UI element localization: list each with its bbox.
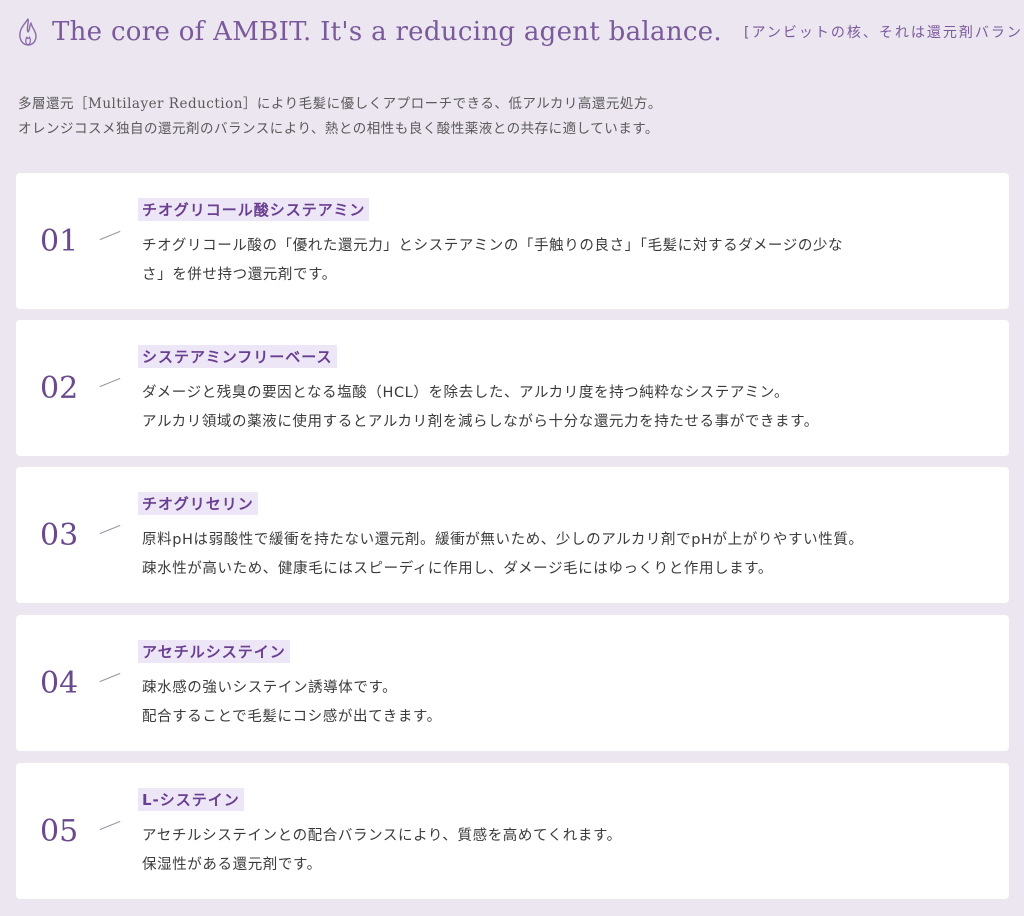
ingredient-description: アセチルシステインとの配合バランスにより、質感を高めてくれます。 保湿性がある還…: [142, 822, 982, 880]
intro-line: 多層還元［Multilayer Reduction］により毛髪に優しくアプローチ…: [18, 96, 662, 112]
card-number: 01: [40, 223, 79, 259]
ingredient-card: 04 アセチルシステイン 疎水感の強いシステイン誘導体です。 配合することで毛髪…: [16, 615, 1009, 751]
description-line: アルカリ領域の薬液に使用するとアルカリ剤を減らしながら十分な還元力を持たせる事が…: [142, 414, 819, 430]
ingredient-card: 02 システアミンフリーベース ダメージと残臭の要因となる塩酸（HCL）を除去し…: [16, 320, 1009, 456]
divider-slash: [99, 230, 121, 241]
divider-slash: [99, 524, 121, 535]
ingredient-name: アセチルシステイン: [138, 640, 290, 663]
description-line: 疎水感の強いシステイン誘導体です。: [142, 680, 398, 696]
flame-icon: [16, 17, 40, 47]
ingredient-description: チオグリコール酸の「優れた還元力」とシステアミンの「手触りの良さ」「毛髪に対する…: [142, 232, 982, 290]
card-number: 05: [40, 813, 79, 849]
section-header: The core of AMBIT. It's a reducing agent…: [16, 12, 1024, 52]
ingredient-card: 05 L-システイン アセチルシステインとの配合バランスにより、質感を高めてくれ…: [16, 763, 1009, 899]
section-subtitle: [アンビットの核、それは還元剤バランス]: [743, 25, 1024, 41]
description-line: さ」を併せ持つ還元剤です。: [142, 267, 337, 283]
ingredient-description: 原料pHは弱酸性で緩衝を持たない還元剤。緩衝が無いため、少しのアルカリ剤でpHが…: [142, 526, 982, 584]
ingredient-name: チオグリコール酸システアミン: [138, 198, 370, 221]
ingredient-name: システアミンフリーベース: [138, 345, 337, 368]
description-line: 配合することで毛髪にコシ感が出てきます。: [142, 709, 442, 725]
intro-text: 多層還元［Multilayer Reduction］により毛髪に優しくアプローチ…: [18, 92, 1008, 142]
ingredient-card: 03 チオグリセリン 原料pHは弱酸性で緩衝を持たない還元剤。緩衝が無いため、少…: [16, 467, 1009, 603]
description-line: 原料pHは弱酸性で緩衝を持たない還元剤。緩衝が無いため、少しのアルカリ剤でpHが…: [142, 532, 864, 548]
ingredient-name: チオグリセリン: [138, 492, 258, 515]
description-line: チオグリコール酸の「優れた還元力」とシステアミンの「手触りの良さ」「毛髪に対する…: [142, 238, 844, 254]
ingredient-description: 疎水感の強いシステイン誘導体です。 配合することで毛髪にコシ感が出てきます。: [142, 674, 982, 732]
description-line: 保湿性がある還元剤です。: [142, 857, 322, 873]
description-line: アセチルシステインとの配合バランスにより、質感を高めてくれます。: [142, 828, 622, 844]
card-number: 04: [40, 665, 79, 701]
divider-slash: [99, 672, 121, 683]
ingredient-card: 01 チオグリコール酸システアミン チオグリコール酸の「優れた還元力」とシステア…: [16, 173, 1009, 309]
ingredient-name: L-システイン: [138, 788, 244, 811]
card-number: 02: [40, 370, 79, 406]
intro-line: オレンジコスメ独自の還元剤のバランスにより、熱との相性も良く酸性薬液との共存に適…: [18, 121, 659, 137]
divider-slash: [99, 377, 121, 388]
page: The core of AMBIT. It's a reducing agent…: [0, 0, 1024, 916]
description-line: ダメージと残臭の要因となる塩酸（HCL）を除去した、アルカリ度を持つ純粋なシステ…: [142, 385, 790, 401]
section-title: The core of AMBIT. It's a reducing agent…: [52, 17, 722, 47]
divider-slash: [99, 820, 121, 831]
ingredient-description: ダメージと残臭の要因となる塩酸（HCL）を除去した、アルカリ度を持つ純粋なシステ…: [142, 379, 982, 437]
card-number: 03: [40, 517, 79, 553]
description-line: 疎水性が高いため、健康毛にはスピーディに作用し、ダメージ毛にはゆっくりと作用しま…: [142, 561, 774, 577]
